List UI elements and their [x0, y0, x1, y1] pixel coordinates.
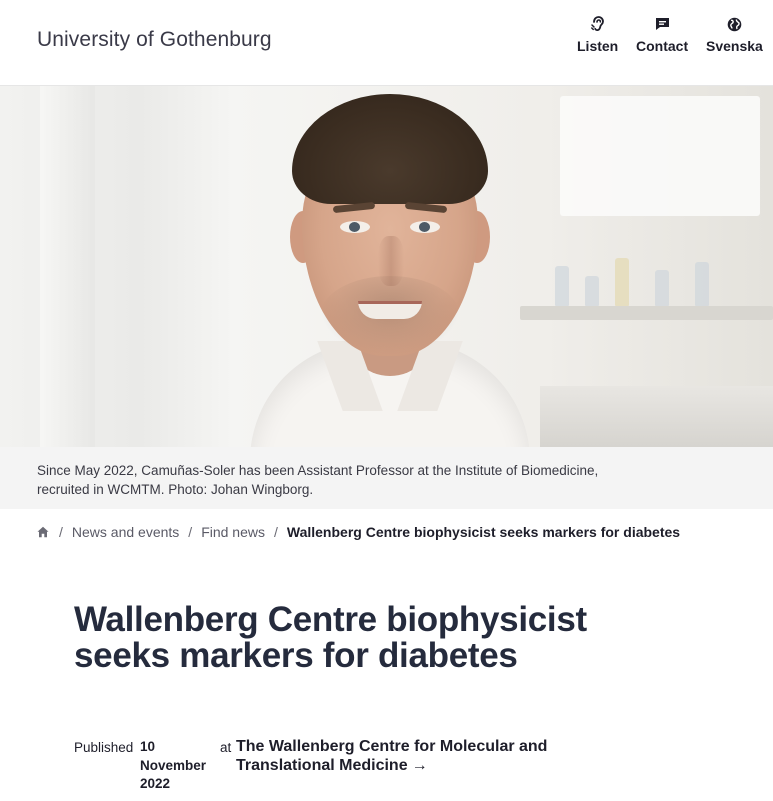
- breadcrumb-separator: /: [59, 524, 63, 540]
- svenska-label: Svenska: [706, 38, 763, 54]
- breadcrumb-find-news[interactable]: Find news: [201, 524, 265, 540]
- listen-button[interactable]: Listen: [577, 14, 618, 54]
- published-date: 10 November 2022: [140, 739, 207, 791]
- site-header: University of Gothenburg Listen Contact: [0, 0, 773, 86]
- arrow-right-icon: →: [411, 757, 428, 774]
- breadcrumb-separator: /: [274, 524, 278, 540]
- contact-label: Contact: [636, 38, 689, 54]
- at-label: at: [220, 740, 232, 755]
- breadcrumb-current: Wallenberg Centre biophysicist seeks mar…: [286, 524, 681, 540]
- article-title: Wallenberg Centre biophysicist seeks mar…: [74, 600, 587, 675]
- breadcrumb: / News and events / Find news / Wallenbe…: [37, 522, 680, 542]
- breadcrumb-news-and-events[interactable]: News and events: [72, 524, 179, 540]
- site-logo[interactable]: University of Gothenburg: [37, 28, 272, 52]
- chat-icon: [655, 14, 670, 34]
- contact-button[interactable]: Contact: [636, 14, 688, 54]
- organization-link[interactable]: The Wallenberg Centre for Molecular and …: [236, 737, 576, 775]
- caption-text: Since May 2022, Camuñas-Soler has been A…: [37, 463, 599, 497]
- listen-label: Listen: [577, 38, 619, 54]
- published-label: Published: [74, 740, 134, 755]
- image-caption: Since May 2022, Camuñas-Soler has been A…: [0, 447, 773, 509]
- globe-icon: [727, 14, 742, 34]
- breadcrumb-separator: /: [188, 524, 193, 540]
- portrait-photo: [230, 86, 550, 447]
- language-switch-button[interactable]: Svenska: [706, 14, 763, 54]
- organization-name: The Wallenberg Centre for Molecular and …: [236, 738, 548, 774]
- ear-icon: [590, 14, 605, 34]
- hero-image: [0, 86, 773, 447]
- home-icon[interactable]: [37, 526, 49, 538]
